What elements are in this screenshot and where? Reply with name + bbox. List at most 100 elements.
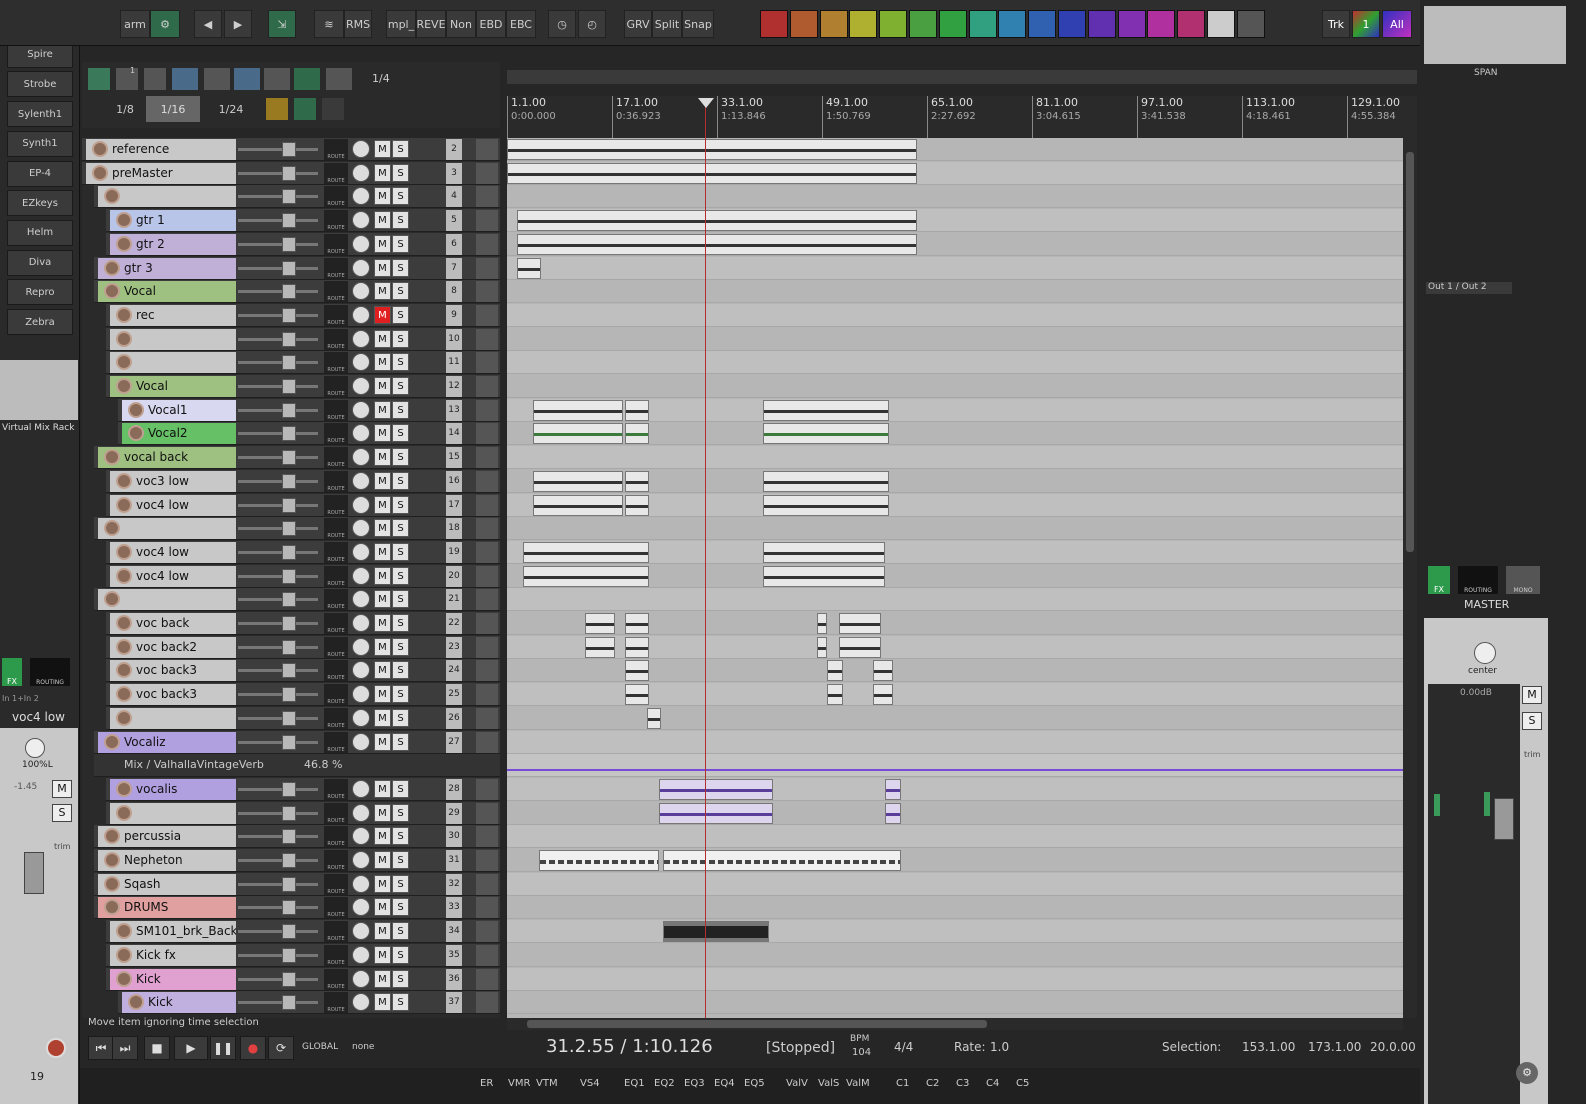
media-item[interactable] (663, 921, 769, 943)
solo-button[interactable]: S (392, 732, 409, 751)
volume-fader[interactable] (238, 787, 318, 791)
volume-fader[interactable] (238, 527, 318, 531)
volume-fader-handle[interactable] (282, 592, 296, 608)
track-color-swatch[interactable] (879, 10, 908, 38)
pan-knob[interactable] (352, 661, 370, 680)
bottom-tab[interactable]: EQ5 (744, 1078, 765, 1089)
pan-knob[interactable] (352, 519, 370, 538)
media-item[interactable] (885, 802, 901, 824)
mute-button[interactable]: M (374, 685, 391, 704)
bottom-tab[interactable]: C2 (926, 1078, 939, 1089)
volume-fader[interactable] (238, 550, 318, 554)
mute-button[interactable]: M (374, 471, 391, 490)
mute-button[interactable]: M (374, 614, 391, 632)
volume-fader-handle[interactable] (282, 829, 296, 845)
mute-button[interactable]: M (374, 258, 391, 277)
volume-fader[interactable] (238, 930, 318, 934)
pan-knob[interactable] (352, 282, 370, 301)
track-color-swatch[interactable] (760, 10, 788, 38)
volume-fader-handle[interactable] (282, 710, 296, 726)
media-item[interactable] (625, 660, 649, 682)
route-button[interactable]: ROUTE (324, 850, 348, 871)
snap-button[interactable]: Snap (682, 10, 714, 38)
record-arm-button[interactable] (104, 449, 120, 466)
media-item[interactable] (763, 541, 885, 563)
pause-icon[interactable]: ❚❚ (210, 1036, 236, 1060)
solo-button[interactable]: S (392, 163, 409, 182)
volume-fader[interactable] (238, 716, 318, 720)
volume-fader-handle[interactable] (282, 544, 296, 560)
track-row[interactable]: gtr 3 ROUTE M S 7 (94, 256, 500, 280)
master-fader-handle[interactable] (1494, 798, 1514, 840)
volume-fader[interactable] (238, 598, 318, 602)
volume-fader[interactable] (238, 337, 318, 341)
mute-button[interactable]: M (374, 234, 391, 253)
volume-fader-handle[interactable] (282, 331, 296, 347)
pan-knob[interactable] (352, 637, 370, 656)
grid-option-1-24[interactable]: 1/24 (206, 96, 256, 122)
volume-fader[interactable] (238, 432, 318, 436)
track-row[interactable]: voc back ROUTE M S 22 (106, 612, 500, 635)
media-item[interactable] (817, 636, 827, 658)
route-button[interactable]: ROUTE (324, 541, 348, 563)
track-color-swatch[interactable] (1087, 10, 1116, 38)
mute-button[interactable]: M (374, 993, 391, 1012)
repeat-icon[interactable]: ⟳ (268, 1036, 294, 1060)
track-row[interactable]: voc3 low ROUTE M S 16 (106, 469, 500, 493)
volume-fader[interactable] (238, 669, 318, 673)
route-button[interactable]: ROUTE (324, 684, 348, 706)
solo-button[interactable]: S (392, 471, 409, 490)
left-solo-button[interactable]: S (52, 804, 72, 822)
selection-start[interactable]: 153.1.00 (1242, 1040, 1295, 1054)
track-lane[interactable] (507, 944, 1403, 967)
pan-knob[interactable] (352, 779, 370, 798)
media-item[interactable] (763, 470, 889, 492)
solo-button[interactable]: S (392, 685, 409, 704)
mute-button[interactable]: M (374, 329, 391, 348)
pan-knob[interactable] (352, 211, 370, 230)
reve-button[interactable]: REVE (416, 10, 446, 38)
track-row[interactable]: preMaster ROUTE M S 3 (82, 161, 500, 185)
media-item[interactable] (585, 636, 615, 658)
arm-button[interactable]: arm (120, 10, 150, 38)
media-item[interactable] (523, 541, 649, 563)
media-item[interactable] (533, 399, 623, 421)
pan-knob[interactable] (352, 353, 370, 372)
solo-button[interactable]: S (392, 661, 409, 680)
volume-fader-handle[interactable] (282, 355, 296, 371)
stop-icon[interactable]: ■ (144, 1036, 170, 1060)
pan-knob[interactable] (352, 851, 370, 869)
snap-magnet-icon[interactable] (294, 68, 320, 90)
volume-fader[interactable] (238, 1001, 318, 1005)
volume-fader[interactable] (238, 290, 318, 294)
volume-fader-handle[interactable] (282, 284, 296, 300)
instrument-sylenth1[interactable]: Sylenth1 (7, 101, 73, 128)
bottom-tab[interactable]: EQ1 (624, 1078, 645, 1089)
volume-fader-handle[interactable] (282, 995, 296, 1011)
bottom-tab[interactable]: ER (480, 1078, 493, 1089)
track-lane[interactable] (507, 896, 1403, 920)
track-color-swatch[interactable] (1207, 10, 1235, 38)
solo-button[interactable]: S (392, 945, 409, 964)
solo-button[interactable]: S (392, 234, 409, 253)
track-icon[interactable] (476, 944, 498, 966)
pan-knob[interactable] (352, 305, 370, 324)
route-button[interactable]: ROUTE (324, 707, 348, 729)
pan-knob[interactable] (352, 187, 370, 206)
route-button[interactable]: ROUTE (324, 281, 348, 303)
volume-fader[interactable] (238, 906, 318, 910)
track-color-swatch[interactable] (789, 10, 818, 38)
pan-knob[interactable] (352, 827, 370, 846)
record-arm-button[interactable] (116, 970, 132, 987)
media-item[interactable] (763, 494, 889, 516)
volume-fader[interactable] (238, 622, 318, 625)
global-automation-label[interactable]: GLOBAL (302, 1042, 338, 1052)
route-button[interactable]: ROUTE (324, 139, 348, 160)
clock-lock-icon[interactable]: ◷ (548, 10, 576, 38)
timeline-ruler[interactable]: 1.1.00 0:00.000 17.1.00 0:36.923 33.1.00 1:13… (507, 96, 1417, 138)
track-icon[interactable] (476, 399, 498, 421)
track-row[interactable]: Vocal1 ROUTE M S 13 (118, 398, 500, 422)
split-button[interactable]: Split (652, 10, 682, 38)
master-pan-knob[interactable] (1474, 642, 1496, 664)
track-row[interactable]: voc back3 ROUTE M S 24 (106, 659, 500, 683)
